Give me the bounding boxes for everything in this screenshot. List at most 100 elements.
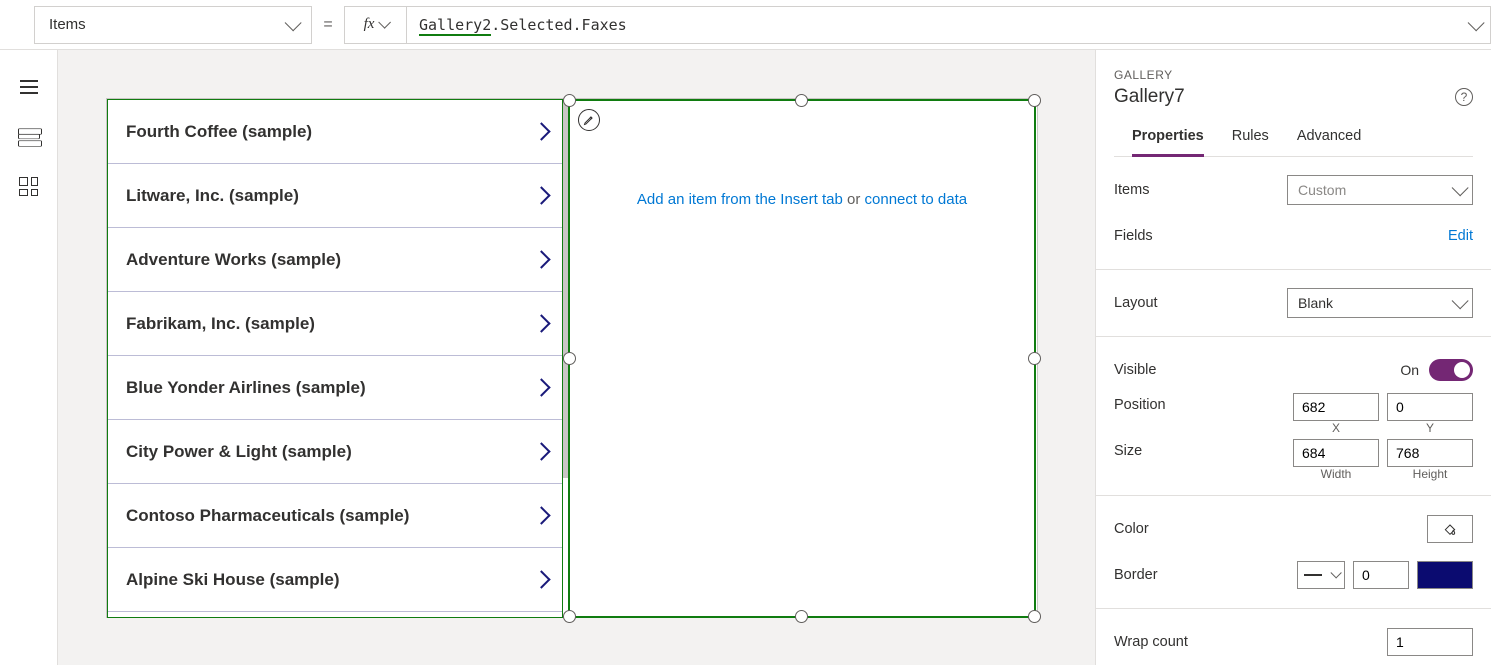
prop-items-label: Items (1114, 182, 1149, 198)
connect-data-link[interactable]: connect to data (865, 191, 968, 208)
left-rail (0, 50, 58, 665)
tab-properties[interactable]: Properties (1132, 128, 1204, 157)
list-item-label: Litware, Inc. (sample) (126, 186, 299, 206)
items-dropdown[interactable]: Custom (1287, 175, 1473, 205)
items-dropdown-value: Custom (1298, 182, 1346, 198)
resize-handle[interactable] (563, 610, 576, 623)
list-item-label: Blue Yonder Airlines (sample) (126, 378, 366, 398)
control-type-label: GALLERY (1114, 68, 1473, 82)
insert-tab-link[interactable]: Add an item from the Insert tab (637, 191, 843, 208)
chevron-down-icon (1452, 292, 1469, 309)
help-icon[interactable]: ? (1455, 88, 1473, 106)
chevron-down-icon (1330, 567, 1341, 578)
chevron-down-icon (379, 16, 392, 29)
layout-dropdown-value: Blank (1298, 295, 1333, 311)
selected-gallery[interactable]: Add an item from the Insert tab or conne… (568, 99, 1036, 618)
equals-sign: = (318, 16, 338, 34)
resize-handle[interactable] (795, 94, 808, 107)
hint-or: or (843, 191, 865, 208)
chevron-down-icon (285, 14, 302, 31)
chevron-right-icon (532, 186, 550, 204)
formula-bar: Items = fx Gallery2.Selected.Faxes (0, 0, 1491, 50)
chevron-right-icon (532, 314, 550, 332)
left-gallery[interactable]: Fourth Coffee (sample) Litware, Inc. (sa… (107, 99, 563, 618)
resize-handle[interactable] (563, 352, 576, 365)
resize-handle[interactable] (795, 610, 808, 623)
prop-wrapcount-label: Wrap count (1114, 634, 1188, 650)
tab-advanced[interactable]: Advanced (1297, 128, 1362, 156)
axis-x-label: X (1293, 421, 1379, 435)
axis-y-label: Y (1387, 421, 1473, 435)
canvas-screen[interactable]: Fourth Coffee (sample) Litware, Inc. (sa… (106, 98, 1038, 618)
list-item-label: City Power & Light (sample) (126, 442, 352, 462)
fx-label: fx (364, 16, 375, 33)
property-dropdown-label: Items (49, 16, 86, 33)
border-color-swatch[interactable] (1417, 561, 1473, 589)
main-area: Fourth Coffee (sample) Litware, Inc. (sa… (0, 50, 1491, 665)
panel-tabs: Properties Rules Advanced (1114, 128, 1473, 157)
pencil-icon (583, 114, 595, 126)
border-style-dropdown[interactable] (1297, 561, 1345, 589)
list-item[interactable]: City Power & Light (sample) (108, 420, 562, 484)
hamburger-icon[interactable] (18, 78, 40, 96)
list-item[interactable]: Contoso Pharmaceuticals (sample) (108, 484, 562, 548)
list-item-label: Fourth Coffee (sample) (126, 122, 312, 142)
formula-rest: .Selected.Faxes (491, 16, 626, 34)
prop-visible-label: Visible (1114, 362, 1156, 378)
list-item-label: Alpine Ski House (sample) (126, 570, 340, 590)
edit-fields-link[interactable]: Edit (1448, 228, 1473, 244)
chevron-right-icon (532, 442, 550, 460)
layout-dropdown[interactable]: Blank (1287, 288, 1473, 318)
position-x-input[interactable] (1293, 393, 1379, 421)
formula-text: Gallery2.Selected.Faxes (419, 16, 627, 34)
visible-state: On (1400, 362, 1419, 378)
resize-handle[interactable] (1028, 352, 1041, 365)
empty-gallery-hint: Add an item from the Insert tab or conne… (570, 191, 1034, 208)
fx-button[interactable]: fx (344, 6, 406, 44)
prop-position-label: Position (1114, 393, 1166, 413)
prop-border-label: Border (1114, 567, 1158, 583)
control-name[interactable]: Gallery7 (1114, 86, 1185, 108)
list-item[interactable]: Blue Yonder Airlines (sample) (108, 356, 562, 420)
canvas-area[interactable]: Fourth Coffee (sample) Litware, Inc. (sa… (58, 50, 1095, 665)
property-dropdown[interactable]: Items (34, 6, 312, 44)
resize-handle[interactable] (563, 94, 576, 107)
list-item[interactable]: Fabrikam, Inc. (sample) (108, 292, 562, 356)
prop-fields-label: Fields (1114, 228, 1153, 244)
properties-panel: GALLERY Gallery7 ? Properties Rules Adva… (1095, 50, 1491, 665)
app-squares-icon[interactable] (18, 178, 40, 196)
prop-layout-label: Layout (1114, 295, 1158, 311)
prop-color-label: Color (1114, 521, 1149, 537)
paint-bucket-icon (1442, 521, 1458, 537)
resize-handle[interactable] (1028, 94, 1041, 107)
chevron-down-icon (1452, 179, 1469, 196)
edit-template-button[interactable] (578, 109, 600, 131)
chevron-down-icon (1468, 14, 1485, 31)
list-item[interactable]: Fourth Coffee (sample) (108, 100, 562, 164)
formula-object-ref: Gallery2 (419, 16, 491, 36)
list-item-label: Adventure Works (sample) (126, 250, 341, 270)
layers-icon[interactable] (18, 128, 40, 146)
position-y-input[interactable] (1387, 393, 1473, 421)
axis-height-label: Height (1387, 467, 1473, 481)
chevron-right-icon (532, 122, 550, 140)
size-width-input[interactable] (1293, 439, 1379, 467)
tab-rules[interactable]: Rules (1232, 128, 1269, 156)
list-item[interactable]: Adventure Works (sample) (108, 228, 562, 292)
wrap-count-input[interactable] (1387, 628, 1473, 656)
resize-handle[interactable] (1028, 610, 1041, 623)
list-item[interactable]: Alpine Ski House (sample) (108, 548, 562, 612)
list-item-label: Fabrikam, Inc. (sample) (126, 314, 315, 334)
list-item-label: Contoso Pharmaceuticals (sample) (126, 506, 409, 526)
visible-toggle[interactable] (1429, 359, 1473, 381)
border-width-input[interactable] (1353, 561, 1409, 589)
prop-size-label: Size (1114, 439, 1142, 459)
formula-input[interactable]: Gallery2.Selected.Faxes (406, 6, 1491, 44)
line-icon (1304, 574, 1322, 576)
chevron-right-icon (532, 250, 550, 268)
list-item[interactable]: Litware, Inc. (sample) (108, 164, 562, 228)
axis-width-label: Width (1293, 467, 1379, 481)
chevron-right-icon (532, 506, 550, 524)
color-swatch[interactable] (1427, 515, 1473, 543)
size-height-input[interactable] (1387, 439, 1473, 467)
